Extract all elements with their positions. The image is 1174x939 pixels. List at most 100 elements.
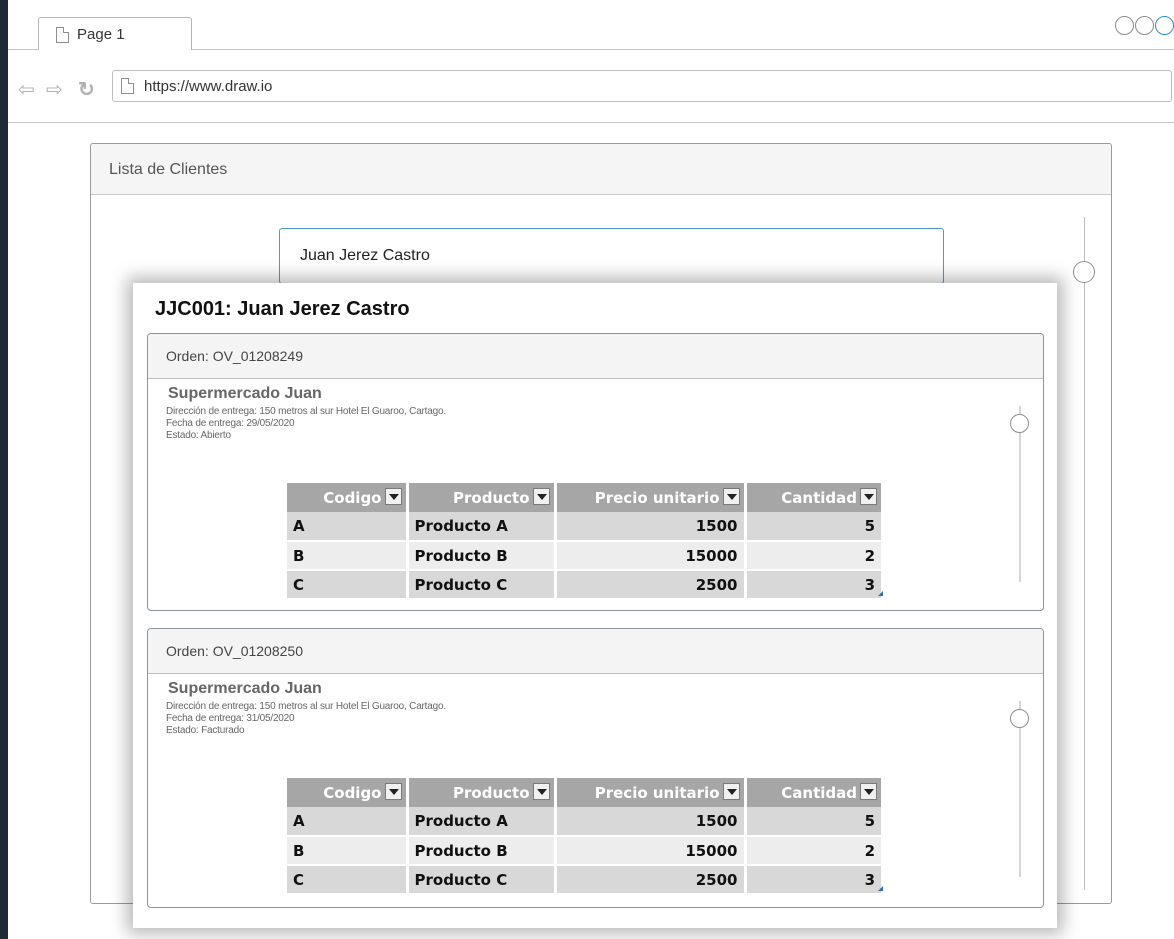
column-header-precio[interactable]: Precio unitario	[555, 483, 747, 512]
filter-dropdown-icon[interactable]	[384, 487, 402, 505]
cell-precio: 2500	[555, 570, 747, 600]
cell-producto: Producto C	[407, 865, 557, 895]
tab-page-1[interactable]: Page 1	[38, 17, 192, 50]
cell-producto: Producto B	[407, 836, 557, 866]
address-bar[interactable]: https://www.draw.io	[112, 70, 1172, 102]
column-header-cantidad[interactable]: Cantidad	[745, 778, 881, 807]
cell-precio: 1500	[555, 807, 747, 837]
table-row: A Producto A 1500 5	[287, 807, 881, 837]
filter-dropdown-icon[interactable]	[722, 487, 740, 505]
cell-codigo: B	[287, 836, 409, 866]
column-header-producto[interactable]: Producto	[407, 483, 557, 512]
customer-name: Supermercado Juan	[168, 385, 322, 402]
order-scroll-knob[interactable]	[1010, 414, 1029, 433]
panel-scroll-track[interactable]	[1084, 217, 1085, 890]
cell-codigo: B	[287, 541, 409, 571]
cell-cantidad: 5	[745, 512, 881, 542]
order-card: Orden: OV_01208249 Supermercado Juan Dir…	[147, 333, 1044, 611]
column-header-label: Codigo	[323, 783, 382, 802]
url-text: https://www.draw.io	[144, 78, 273, 95]
client-detail-title: JJC001: Juan Jerez Castro	[155, 298, 410, 320]
delivery-address: Dirección de entrega: 150 metros al sur …	[166, 406, 446, 417]
column-header-label: Producto	[453, 783, 530, 802]
table-header-row: Codigo Producto Precio unitario Cantidad	[287, 483, 881, 512]
table-row: B Producto B 15000 2	[287, 836, 881, 866]
order-header: Orden: OV_01208250	[148, 629, 1043, 674]
column-header-codigo[interactable]: Codigo	[287, 778, 409, 807]
cell-codigo: C	[287, 570, 409, 600]
order-card: Orden: OV_01208250 Supermercado Juan Dir…	[147, 628, 1044, 908]
panel-header: Lista de Clientes	[91, 144, 1111, 195]
tab-label: Page 1	[77, 26, 125, 43]
cell-cantidad-value: 3	[864, 575, 875, 594]
column-header-label: Precio unitario	[594, 783, 720, 802]
delivery-date: Fecha de entrega: 31/05/2020	[166, 713, 295, 724]
client-search-value: Juan Jerez Castro	[300, 247, 430, 264]
cell-cantidad: 2	[745, 541, 881, 571]
customer-name: Supermercado Juan	[168, 680, 322, 697]
cell-codigo: C	[287, 865, 409, 895]
forward-arrow-icon[interactable]: ⇨	[46, 80, 63, 100]
order-items-table: Codigo Producto Precio unitario Cantidad…	[287, 483, 883, 600]
address-bar-divider	[8, 122, 1174, 123]
close-circle-icon[interactable]	[1155, 16, 1174, 35]
cell-producto: Producto C	[407, 570, 557, 600]
cell-codigo: A	[287, 807, 409, 837]
table-row: C Producto C 2500 3	[287, 570, 883, 600]
tab-line-cover	[39, 49, 191, 50]
order-label: Orden: OV_01208249	[166, 348, 303, 364]
resize-handle-icon[interactable]	[878, 591, 883, 596]
client-detail-popup: JJC001: Juan Jerez Castro Orden: OV_0120…	[133, 283, 1057, 928]
column-header-label: Producto	[453, 488, 530, 507]
cell-cantidad-value: 3	[864, 870, 875, 889]
cell-precio: 15000	[555, 541, 747, 571]
cell-precio: 1500	[555, 512, 747, 542]
filter-dropdown-icon[interactable]	[532, 782, 550, 800]
order-header: Orden: OV_01208249	[148, 334, 1043, 379]
cell-codigo: A	[287, 512, 409, 542]
order-status: Estado: Abierto	[166, 430, 231, 441]
maximize-circle-icon[interactable]	[1135, 16, 1154, 35]
delivery-date: Fecha de entrega: 29/05/2020	[166, 418, 295, 429]
cell-precio: 15000	[555, 836, 747, 866]
cell-cantidad: 5	[745, 807, 881, 837]
order-status: Estado: Facturado	[166, 725, 245, 736]
back-arrow-icon[interactable]: ⇦	[18, 80, 35, 100]
cell-precio: 2500	[555, 865, 747, 895]
order-scroll-knob[interactable]	[1010, 709, 1029, 728]
client-search-input[interactable]: Juan Jerez Castro	[279, 228, 944, 284]
table-row: B Producto B 15000 2	[287, 541, 881, 571]
column-header-cantidad[interactable]: Cantidad	[745, 483, 881, 512]
panel-scroll-knob[interactable]	[1073, 261, 1095, 283]
filter-dropdown-icon[interactable]	[722, 782, 740, 800]
cell-producto: Producto A	[407, 512, 557, 542]
table-row: C Producto C 2500 3	[287, 865, 883, 895]
resize-handle-icon[interactable]	[878, 886, 883, 891]
delivery-address: Dirección de entrega: 150 metros al sur …	[166, 701, 446, 712]
column-header-label: Cantidad	[781, 783, 857, 802]
order-label: Orden: OV_01208250	[166, 643, 303, 659]
reload-icon[interactable]: ↻	[78, 80, 95, 100]
minimize-circle-icon[interactable]	[1115, 16, 1134, 35]
column-header-codigo[interactable]: Codigo	[287, 483, 409, 512]
window-controls	[1114, 16, 1174, 38]
panel-title: Lista de Clientes	[109, 161, 228, 178]
filter-dropdown-icon[interactable]	[384, 782, 402, 800]
cell-cantidad[interactable]: 3	[745, 570, 883, 600]
column-header-label: Codigo	[323, 488, 382, 507]
filter-dropdown-icon[interactable]	[860, 487, 877, 505]
cell-producto: Producto B	[407, 541, 557, 571]
table-row: A Producto A 1500 5	[287, 512, 881, 542]
filter-dropdown-icon[interactable]	[860, 782, 877, 800]
column-header-precio[interactable]: Precio unitario	[555, 778, 747, 807]
table-header-row: Codigo Producto Precio unitario Cantidad	[287, 778, 881, 807]
cell-cantidad[interactable]: 3	[745, 865, 883, 895]
column-header-producto[interactable]: Producto	[407, 778, 557, 807]
page-icon	[121, 78, 134, 94]
order-items-table: Codigo Producto Precio unitario Cantidad…	[287, 778, 883, 895]
column-header-label: Cantidad	[781, 488, 857, 507]
cell-producto: Producto A	[407, 807, 557, 837]
browser-window: Page 1 ⇦ ⇨ ↻ https://www.draw.io Lista d…	[8, 0, 1174, 939]
column-header-label: Precio unitario	[594, 488, 720, 507]
filter-dropdown-icon[interactable]	[532, 487, 550, 505]
